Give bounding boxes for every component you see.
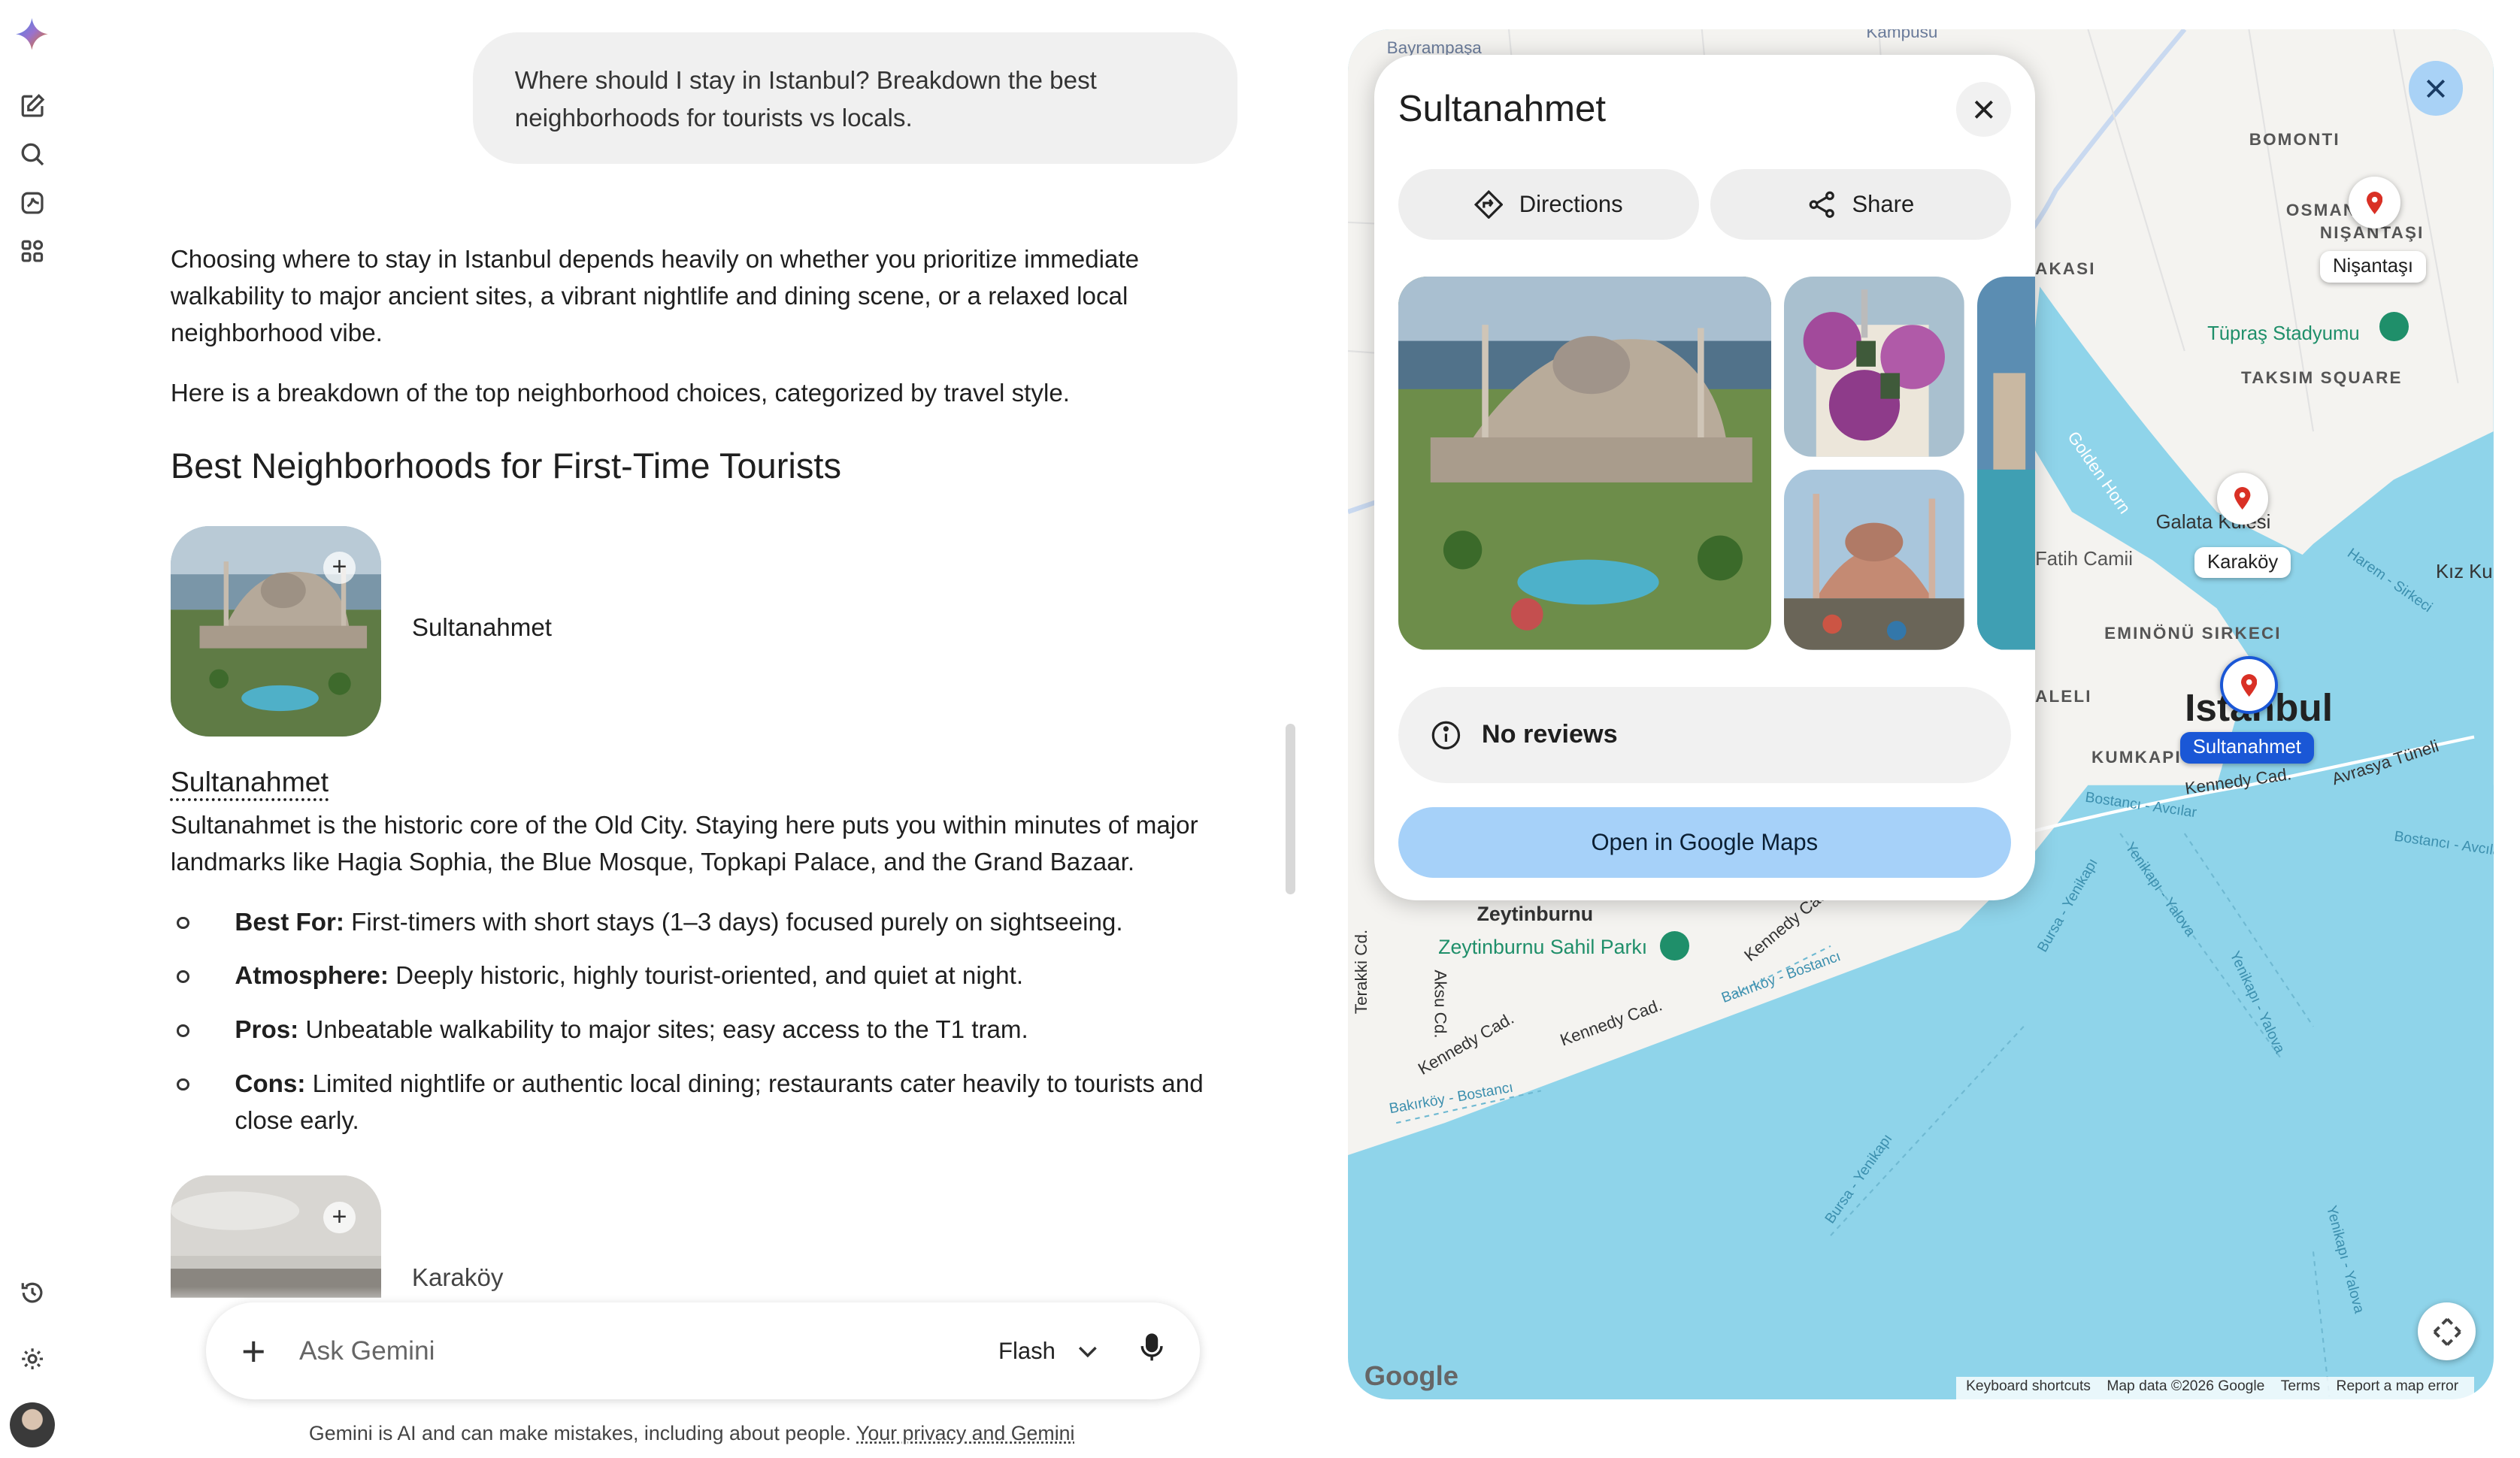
avatar[interactable] [9,1402,55,1447]
directions-button[interactable]: Directions [1398,168,1699,240]
intro-paragraph-2: Here is a breakdown of the top neighborh… [170,379,1070,407]
section-heading: Best Neighborhoods for First-Time Touris… [170,445,842,485]
close-card-button[interactable] [1956,82,2011,137]
privacy-link[interactable]: Your privacy and Gemini [856,1422,1074,1444]
neighborhood-title[interactable]: Sultanahmet [171,764,1232,800]
neighborhood-bullets: Best For: First-timers with short stays … [171,904,1232,1140]
list-item: Best For: First-timers with short stays … [171,904,1232,941]
prompt-input[interactable]: Ask Gemini [299,1336,998,1366]
stadium-icon[interactable] [2379,312,2409,341]
selected-pin-icon[interactable] [2220,656,2279,715]
add-icon[interactable]: + [323,552,356,584]
terms-link[interactable]: Terms [2281,1378,2320,1398]
prompt-input-bar[interactable]: + Ask Gemini Flash [205,1302,1201,1399]
map-pin-icon[interactable] [2349,177,2400,228]
model-selector[interactable]: Flash [998,1338,1056,1365]
park-icon[interactable] [1660,931,1689,960]
map-label: Kampusu [1866,29,1938,41]
microphone-icon[interactable] [1139,1333,1165,1369]
chat-panel: Where should I stay in Istanbul? Breakdo… [65,0,1312,1457]
selected-place-label[interactable]: Sultanahmet [2179,731,2315,764]
place-chip-label[interactable]: Sultanahmet [412,614,552,643]
list-item: Pros: Unbeatable walkability to major si… [171,1012,1232,1048]
map-label: TAKSIM SQUARE [2241,368,2403,388]
map-attribution: Keyboard shortcuts Map data ©2026 Google… [1956,1376,2475,1399]
scrollbar[interactable] [1285,724,1295,894]
map-data-text: Map data ©2026 Google [2107,1378,2265,1394]
settings-icon[interactable] [16,1343,48,1375]
map-label[interactable]: Tüpraş Stadyumu [2207,323,2360,345]
karakoy-thumbnail[interactable]: + [170,1175,382,1298]
reviews-section[interactable]: No reviews [1398,686,2011,784]
place-photo[interactable] [1977,277,2036,650]
new-chat-icon[interactable] [16,90,48,123]
search-icon[interactable] [16,138,48,171]
sultanahmet-thumbnail[interactable]: + [170,525,382,737]
map-label: Aksu Cd. [1431,969,1450,1039]
keyboard-shortcuts-link[interactable]: Keyboard shortcuts [1966,1378,2091,1398]
share-button[interactable]: Share [1710,168,2011,240]
map-label: OSMAN [2285,201,2358,220]
place-photo[interactable] [1784,469,1964,650]
place-photo[interactable] [1398,277,1772,650]
share-icon [1809,191,1834,218]
disclaimer: Gemini is AI and can make mistakes, incl… [308,1421,1075,1444]
place-card: Sultanahmet Directions Share No reviews [1374,54,2036,901]
list-item: Cons: Limited nightlife or authentic loc… [171,1066,1232,1139]
place-photo[interactable] [1784,277,1964,457]
map-label: BOMONTI [2249,130,2340,150]
map-label: KUMKAPI [2091,748,2182,767]
map-label: Kız Ku [2435,561,2493,582]
neighborhood-description: Sultanahmet is the historic core of the … [170,812,1198,877]
add-attachment-icon[interactable]: + [241,1327,286,1375]
map-label: Zeytinburnu [1477,902,1594,925]
place-title: Sultanahmet [1398,87,1606,129]
map-label[interactable]: Zeytinburnu Sahil Parkı [1438,936,1647,959]
gems-icon[interactable] [16,186,48,219]
nisantasi-label[interactable]: Nişantaşı [2319,250,2427,283]
karakoy-label[interactable]: Karaköy [2194,546,2291,579]
map-label: EMINÖNÜ SIRKECI [2104,624,2282,643]
gemini-logo-icon[interactable] [16,17,49,50]
report-error-link[interactable]: Report a map error [2337,1378,2459,1398]
map-pin-icon[interactable] [2216,473,2269,525]
left-rail [0,0,65,1457]
map-label: AKASI [2035,259,2096,278]
google-logo: Google [1364,1360,1458,1392]
intro-paragraph: Choosing where to stay in Istanbul depen… [170,246,1140,348]
apps-icon[interactable] [16,234,48,267]
directions-icon [1474,189,1504,219]
open-in-google-maps-button[interactable]: Open in Google Maps [1398,807,2011,879]
info-icon [1432,721,1461,749]
chevron-down-icon[interactable] [1078,1336,1098,1366]
map-label: ALELI [2035,686,2092,706]
list-item: Atmosphere: Deeply historic, highly tour… [171,957,1232,994]
map-label: Terakki Cd. [1351,929,1371,1014]
user-prompt-bubble: Where should I stay in Istanbul? Breakdo… [473,32,1237,165]
close-map-button[interactable] [2408,61,2464,116]
add-icon[interactable]: + [323,1201,356,1234]
history-icon[interactable] [16,1277,48,1309]
map-label: Fatih Camii [2035,548,2133,570]
